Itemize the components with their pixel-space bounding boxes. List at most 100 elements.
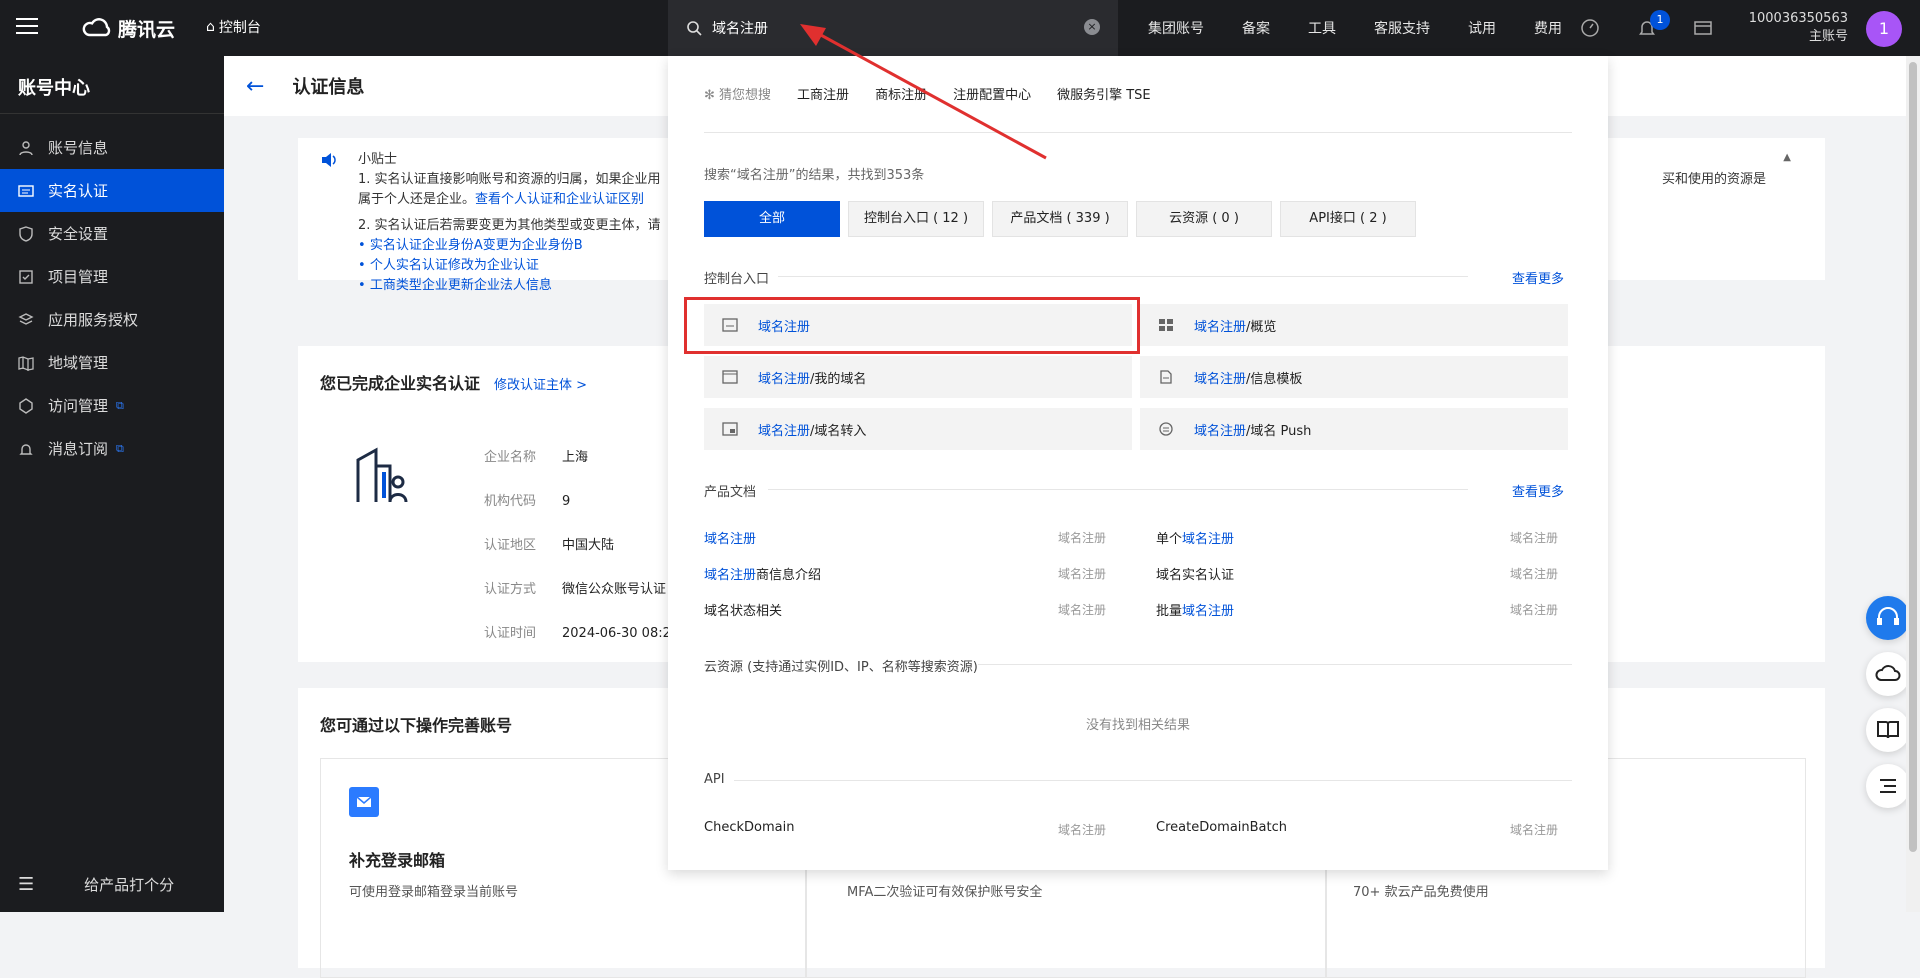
sidebar-item-security[interactable]: 安全设置 bbox=[0, 212, 224, 255]
doc-result[interactable]: 单个域名注册 bbox=[1156, 528, 1234, 547]
doc-result[interactable]: 域名实名认证 bbox=[1156, 564, 1234, 583]
enterprise-icon bbox=[356, 447, 408, 503]
notification-badge: 1 bbox=[1650, 10, 1670, 30]
account-info[interactable]: 100036350563 主账号 bbox=[1749, 10, 1848, 46]
auth-value: 上海 bbox=[562, 450, 589, 465]
sidebar-item-access[interactable]: 访问管理 ⧉ bbox=[0, 384, 224, 427]
sidebar-item-projects[interactable]: 项目管理 bbox=[0, 255, 224, 298]
brand-logo[interactable]: 腾讯云 bbox=[82, 14, 175, 42]
menu-icon[interactable] bbox=[16, 18, 38, 36]
doc-result[interactable]: 域名状态相关 bbox=[704, 600, 782, 619]
api-section-label: API bbox=[704, 772, 725, 787]
sidebar-footer: ☰ 给产品打个分 bbox=[0, 856, 224, 912]
console-entry-my-domains[interactable]: 域名注册/我的域名 bbox=[704, 356, 1132, 398]
divider bbox=[734, 780, 1572, 781]
modify-subject-link[interactable]: 修改认证主体 > bbox=[494, 374, 587, 393]
nav-support[interactable]: 客服支持 bbox=[1374, 18, 1430, 38]
doc-tag: 域名注册 bbox=[1058, 567, 1107, 581]
see-more-console[interactable]: 查看更多 bbox=[1512, 268, 1564, 287]
clear-icon[interactable]: × bbox=[1084, 19, 1100, 35]
access-icon bbox=[19, 397, 33, 414]
cloud-assistant-icon[interactable] bbox=[1866, 652, 1910, 696]
home-icon: ⌂ bbox=[206, 19, 215, 35]
result-tabs: 全部 控制台入口 ( 12 ) 产品文档 ( 339 ) 云资源 ( 0 ) A… bbox=[704, 201, 1416, 237]
sidebar-item-account-info[interactable]: 账号信息 bbox=[0, 126, 224, 169]
avatar[interactable]: 1 bbox=[1866, 11, 1902, 47]
page-title: 认证信息 bbox=[292, 77, 365, 98]
annotation-arrow-icon bbox=[800, 24, 1047, 160]
user-icon bbox=[19, 140, 33, 155]
search-icon bbox=[687, 21, 702, 36]
tips-link-label: 个人实名认证修改为企业认证 bbox=[369, 258, 539, 273]
sidebar-item-label: 账号信息 bbox=[48, 139, 109, 157]
scrollbar-thumb[interactable] bbox=[1909, 62, 1917, 852]
tab-resources[interactable]: 云资源 ( 0 ) bbox=[1136, 201, 1272, 237]
ticket-icon[interactable] bbox=[1693, 18, 1713, 38]
nav-trial[interactable]: 试用 bbox=[1468, 18, 1496, 38]
compare-link[interactable]: 查看个人认证和企业认证区别 bbox=[475, 192, 644, 207]
auth-row-region: 认证地区 中国大陆 bbox=[484, 538, 615, 553]
console-entry-transfer[interactable]: 域名注册/域名转入 bbox=[704, 408, 1132, 450]
transfer-icon bbox=[722, 422, 738, 436]
tips-heading: 小贴士 bbox=[358, 152, 398, 167]
tab-docs[interactable]: 产品文档 ( 339 ) bbox=[992, 201, 1128, 237]
customer-service-icon[interactable] bbox=[1866, 596, 1910, 640]
nav-icp[interactable]: 备案 bbox=[1242, 18, 1270, 38]
sidebar-item-real-name[interactable]: 实名认证 bbox=[0, 169, 224, 212]
api-result[interactable]: CreateDomainBatch bbox=[1156, 820, 1287, 835]
tab-console[interactable]: 控制台入口 ( 12 ) bbox=[848, 201, 984, 237]
docs-book-icon[interactable] bbox=[1866, 708, 1910, 752]
sidebar-item-label: 访问管理 bbox=[48, 397, 109, 415]
sidebar-item-app-auth[interactable]: 应用服务授权 bbox=[0, 298, 224, 341]
sidebar-item-label: 实名认证 bbox=[48, 182, 109, 200]
doc-result[interactable]: 域名注册商信息介绍 bbox=[704, 564, 821, 583]
auth-row-name: 企业名称 上海 bbox=[484, 450, 589, 465]
sidebar-item-regions[interactable]: 地域管理 bbox=[0, 341, 224, 384]
doc-tag: 域名注册 bbox=[1510, 531, 1559, 545]
improve-title: 您可通过以下操作完善账号 bbox=[320, 716, 513, 735]
email-card-desc: 可使用登录邮箱登录当前账号 bbox=[349, 885, 519, 900]
collapse-up-icon[interactable]: ▲ bbox=[1783, 148, 1791, 168]
guess-item[interactable]: 微服务引擎 TSE bbox=[1057, 84, 1151, 103]
tips-link-label: 实名认证企业身份A变更为企业身份B bbox=[369, 238, 583, 253]
console-entry-push[interactable]: 域名注册/域名 Push bbox=[1140, 408, 1568, 450]
back-arrow-icon[interactable]: ← bbox=[246, 74, 264, 99]
shield-icon bbox=[19, 225, 33, 242]
collapse-icon[interactable]: ☰ bbox=[18, 874, 34, 895]
console-entry-overview[interactable]: 域名注册/概览 bbox=[1140, 304, 1568, 346]
guess-label: ✻ 猜您想搜 bbox=[704, 88, 772, 103]
gauge-icon[interactable] bbox=[1580, 18, 1600, 38]
tab-all[interactable]: 全部 bbox=[704, 201, 840, 237]
cloud-logo-icon bbox=[82, 18, 111, 37]
auth-value: 中国大陆 bbox=[562, 538, 615, 553]
auth-value: 微信公众账号认证 bbox=[562, 582, 667, 597]
api-tag: 域名注册 bbox=[1058, 823, 1107, 837]
console-entry-templates[interactable]: 域名注册/信息模板 bbox=[1140, 356, 1568, 398]
list-icon[interactable] bbox=[1866, 764, 1910, 808]
document-icon bbox=[1160, 370, 1172, 384]
api-tag: 域名注册 bbox=[1510, 823, 1559, 837]
nav-group-account[interactable]: 集团账号 bbox=[1148, 18, 1204, 38]
see-more-docs[interactable]: 查看更多 bbox=[1512, 481, 1564, 500]
top-nav: 集团账号 备案 工具 客服支持 试用 费用 bbox=[1148, 0, 1600, 56]
console-link[interactable]: ⌂ 控制台 bbox=[206, 17, 261, 37]
auth-value: 9 bbox=[562, 494, 571, 509]
mfa-card-desc: MFA二次验证可有效保护账号安全 bbox=[847, 885, 1043, 900]
bell-icon bbox=[19, 443, 33, 455]
tips-line1-cont: 属于个人还是企业。 bbox=[358, 192, 476, 207]
scrollbar[interactable] bbox=[1906, 56, 1920, 912]
sidebar-item-label: 消息订阅 bbox=[48, 440, 109, 458]
sidebar-item-label: 地域管理 bbox=[48, 354, 109, 372]
nav-billing[interactable]: 费用 bbox=[1534, 18, 1562, 38]
id-card-icon bbox=[18, 184, 34, 197]
doc-result[interactable]: 批量域名注册 bbox=[1156, 600, 1234, 619]
feedback-link[interactable]: 给产品打个分 bbox=[84, 874, 174, 895]
tab-api[interactable]: API接口 ( 2 ) bbox=[1280, 201, 1416, 237]
doc-tag: 域名注册 bbox=[1058, 603, 1107, 617]
account-id: 100036350563 bbox=[1748, 11, 1848, 26]
api-result[interactable]: CheckDomain bbox=[704, 820, 794, 835]
nav-tools[interactable]: 工具 bbox=[1308, 18, 1336, 38]
sidebar-item-subscriptions[interactable]: 消息订阅 ⧉ bbox=[0, 427, 224, 470]
doc-result[interactable]: 域名注册 bbox=[704, 528, 756, 547]
auth-row-method: 认证方式 微信公众账号认证 bbox=[484, 582, 667, 597]
